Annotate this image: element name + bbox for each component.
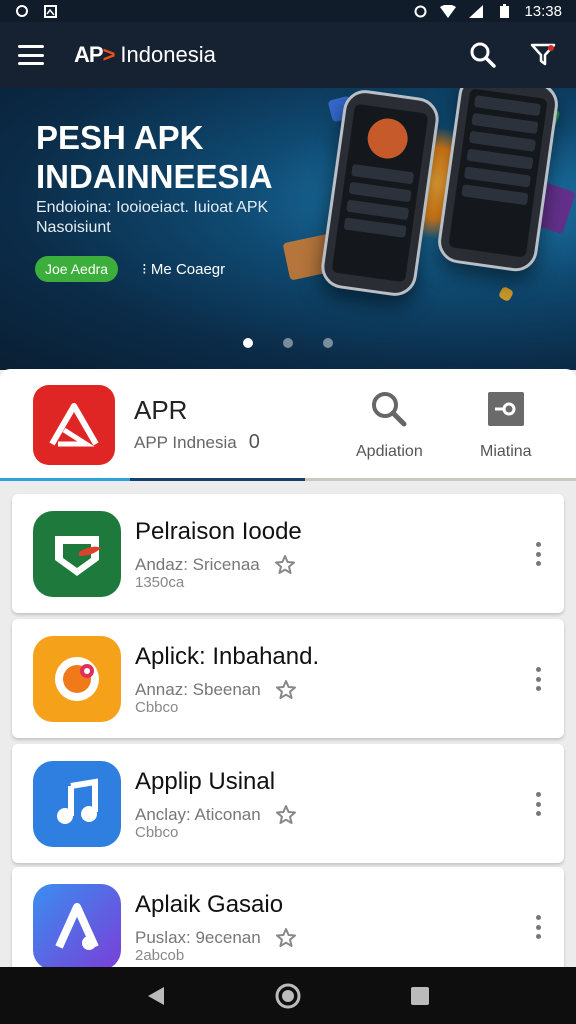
- brand-title: Indonesia: [120, 42, 216, 67]
- wifi-icon: [440, 4, 457, 18]
- carousel-dot[interactable]: [323, 338, 333, 348]
- hero-more-link[interactable]: ⁝ Me Coaegr: [142, 260, 225, 278]
- list-item[interactable]: Pelraison Ioode Andaz: Sricenaa 1350ca: [12, 494, 564, 613]
- carousel-dots: [0, 338, 576, 348]
- chat-app-icon: [33, 636, 121, 722]
- featured-app-title: APR: [134, 395, 188, 425]
- apk-logo-icon: [49, 403, 99, 447]
- battery-icon: [496, 4, 512, 18]
- app-meta: Andaz: Sricenaa: [135, 554, 296, 576]
- app-name: Aplaik Gasaio: [135, 891, 284, 918]
- brand[interactable]: AP> Indonesia: [74, 42, 216, 68]
- hero-banner[interactable]: PESH APK INDAINNEESIA Endoioina: Iooioei…: [0, 88, 576, 370]
- app-sub: Cbbco: [135, 699, 179, 716]
- floating-tile: [497, 285, 515, 303]
- menu-icon[interactable]: [18, 45, 44, 65]
- hero-title: PESH APK INDAINNEESIA: [36, 119, 273, 195]
- app-sub: 1350ca: [135, 574, 185, 591]
- filter-button[interactable]: [528, 40, 558, 70]
- app-name: Pelraison Ioode: [135, 518, 302, 545]
- star-icon: [275, 679, 297, 701]
- search-icon: [369, 389, 409, 429]
- app-bar: AP> Indonesia: [0, 22, 576, 88]
- system-nav-bar: [0, 967, 576, 1024]
- app-meta: Annaz: Sbeenan: [135, 679, 297, 701]
- hero-cta-button[interactable]: Joe Aedra: [35, 256, 119, 282]
- app-name: Applip Usinal: [135, 768, 276, 795]
- miatina-tab[interactable]: Miatina: [480, 389, 532, 461]
- more-options-icon[interactable]: [526, 911, 550, 943]
- phone-mockup-right: [435, 88, 561, 275]
- recents-icon[interactable]: [402, 978, 438, 1014]
- star-icon: [275, 804, 297, 826]
- notification-icon: [14, 4, 30, 18]
- more-options-icon[interactable]: [526, 788, 550, 820]
- app-sub: Cbbco: [135, 824, 179, 841]
- list-item[interactable]: Applip Usinal Anclay: Aticonan Cbbco: [12, 744, 564, 863]
- key-icon: [486, 389, 526, 429]
- home-icon[interactable]: [270, 978, 306, 1014]
- carousel-dot[interactable]: [283, 338, 293, 348]
- carousel-dot[interactable]: [243, 338, 253, 348]
- music-app-icon: [33, 761, 121, 847]
- search-icon: [470, 42, 496, 68]
- star-icon: [275, 927, 297, 949]
- app-meta: Anclay: Aticonan: [135, 804, 297, 826]
- more-options-icon[interactable]: [526, 663, 550, 695]
- brand-logo: AP>: [74, 42, 115, 67]
- app-sub: 2abcob: [135, 947, 185, 964]
- tab-indicator: [0, 478, 576, 481]
- featured-app-subtitle: APP Indnesia 0: [134, 431, 260, 453]
- featured-app-icon[interactable]: [33, 385, 115, 465]
- alarm-icon: [412, 4, 428, 18]
- more-options-icon[interactable]: [526, 538, 550, 570]
- shield-app-icon: [33, 511, 121, 597]
- a-app-icon: [33, 884, 121, 970]
- image-notification-icon: [42, 4, 58, 18]
- back-icon[interactable]: [138, 978, 174, 1014]
- apdiation-tab[interactable]: Apdiation: [356, 389, 423, 461]
- app-meta: Puslax: 9ecenan: [135, 927, 297, 949]
- list-item[interactable]: Aplick: Inbahand. Annaz: Sbeenan Cbbco: [12, 619, 564, 738]
- app-name: Aplick: Inbahand.: [135, 643, 320, 670]
- signal-icon: [468, 4, 484, 18]
- star-icon: [274, 554, 296, 576]
- hero-subtitle: Endoioina: Iooioeiact. Iuioat APK Nasois…: [36, 199, 269, 236]
- status-time: 13:38: [524, 2, 562, 20]
- filter-icon: [530, 43, 556, 66]
- search-button[interactable]: [468, 40, 498, 70]
- featured-count: 0: [248, 431, 260, 453]
- status-bar: 13:38: [0, 0, 576, 22]
- featured-app-section: APR APP Indnesia 0 Apdiation Miatina: [0, 369, 576, 481]
